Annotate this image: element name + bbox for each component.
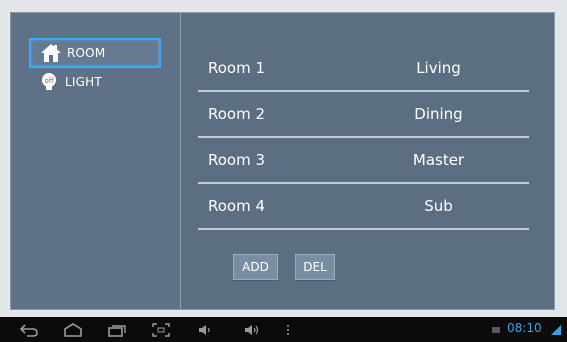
volume-up-icon[interactable] [243, 321, 261, 338]
light-bulb-icon: off [37, 71, 61, 93]
room-type: Master [412, 151, 465, 169]
list-item[interactable]: Room 2 Dining [198, 93, 529, 138]
clock-time: 08:10 [507, 321, 542, 335]
delete-button[interactable]: DEL [295, 254, 335, 280]
volume-down-icon[interactable] [197, 321, 213, 338]
house-icon [39, 42, 63, 64]
home-icon[interactable] [62, 321, 84, 338]
screenshot-icon[interactable] [150, 321, 172, 338]
back-icon[interactable] [18, 321, 40, 338]
room-type: Sub [424, 197, 453, 215]
svg-text:off: off [44, 77, 53, 85]
sidebar: ROOM off LIGHT [11, 13, 181, 309]
system-navigation-bar: 08:10 [0, 317, 567, 342]
sidebar-item-label: LIGHT [65, 75, 102, 89]
notification-icon [490, 321, 502, 338]
room-type: Dining [414, 105, 463, 123]
list-item[interactable]: Room 1 Living [198, 47, 529, 92]
add-button[interactable]: ADD [233, 254, 278, 280]
sidebar-item-label: ROOM [67, 46, 106, 60]
sidebar-item-room[interactable]: ROOM [29, 38, 161, 68]
list-item[interactable]: Room 3 Master [198, 139, 529, 184]
app-screen: ROOM off LIGHT Room 1 Living Room 2 Dini… [0, 0, 567, 342]
sidebar-item-light[interactable]: off LIGHT [29, 71, 161, 93]
menu-icon[interactable] [285, 321, 291, 338]
main-panel: ROOM off LIGHT Room 1 Living Room 2 Dini… [10, 12, 555, 310]
list-item[interactable]: Room 4 Sub [198, 185, 529, 230]
wifi-signal-icon [549, 321, 563, 338]
room-list: Room 1 Living Room 2 Dining Room 3 Maste… [182, 13, 554, 309]
recent-apps-icon[interactable] [106, 321, 128, 338]
room-type: Living [416, 59, 461, 77]
